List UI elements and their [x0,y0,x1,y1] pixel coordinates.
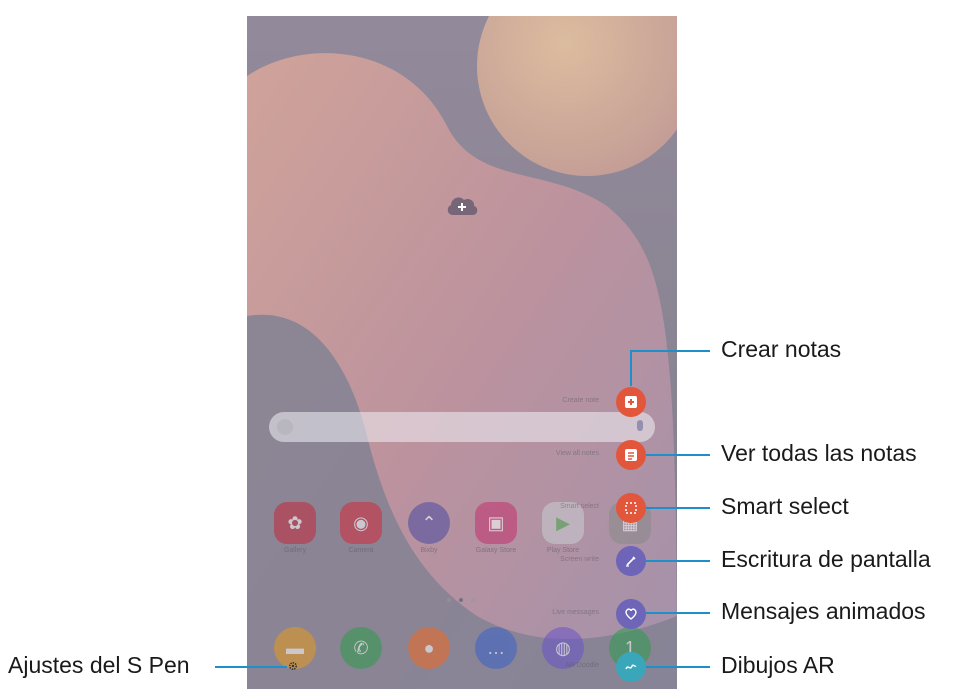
tablet-screen: ✿ ◉ ⌃ ▣ ▶ ▦ Gallery Camera Bixby Galaxy … [247,16,677,689]
app-label-gallery: Gallery [283,547,307,554]
app-phone[interactable]: ✆ [340,627,382,669]
ar-doodle-icon [625,664,637,670]
note-plus-icon [625,396,637,408]
flower-icon: ✿ [287,512,303,533]
app-bixby[interactable]: ⌃ [408,502,450,544]
view-all-notes-button[interactable] [616,440,646,470]
app-galaxy-store[interactable]: ▣ [475,502,517,544]
air-command-label-create-note: Create note [562,397,599,404]
app-contacts[interactable]: ● [408,627,450,669]
screen-write-button[interactable] [616,546,646,576]
ar-doodle-button[interactable] [616,652,646,682]
cloud-add-icon[interactable] [445,195,479,217]
app-label-bixby: Bixby [420,547,438,554]
create-note-button[interactable] [616,387,646,417]
callout-spen-settings: Ajustes del S Pen [8,652,190,678]
app-camera[interactable]: ◉ [340,502,382,544]
smart-select-button[interactable] [616,493,646,523]
callout-create-note: Crear notas [721,336,842,362]
app-gallery[interactable]: ✿ [274,502,316,544]
person-icon: ● [423,637,435,658]
air-command-label-screen-write: Screen write [560,556,599,563]
app-label-camera: Camera [348,547,374,554]
search-bar[interactable] [269,412,655,442]
air-command-label-ar-doodle: AR Doodle [565,662,599,669]
callout-ar-doodle: Dibujos AR [721,652,835,678]
air-command-label-live-messages: Live messages [552,609,599,616]
notes-list-icon [625,449,637,461]
chat-icon: … [487,637,505,658]
air-command-label-view-notes: View all notes [555,450,599,457]
callout-live-messages: Mensajes animados [721,598,926,624]
callout-view-all-notes: Ver todas las notas [721,440,917,466]
callout-screen-write: Escritura de pantalla [721,546,931,572]
smart-select-icon [625,502,637,514]
app-label-galaxy-store: Galaxy Store [475,547,517,554]
callout-smart-select: Smart select [721,493,849,519]
app-label-play-store: Play Store [546,547,580,554]
mic-icon[interactable] [637,420,643,431]
camera-icon: ◉ [353,512,369,533]
chevron-up-icon: ⌃ [421,512,437,533]
gear-icon[interactable] [288,661,298,671]
screen-write-icon [626,556,636,567]
live-messages-button[interactable] [616,599,646,629]
phone-icon: ✆ [353,637,369,658]
heart-message-icon [625,608,637,620]
google-icon [277,419,293,435]
bag-icon: ▣ [487,512,505,533]
air-command-label-smart-select: Smart select [560,503,599,510]
app-messages[interactable]: … [475,627,517,669]
